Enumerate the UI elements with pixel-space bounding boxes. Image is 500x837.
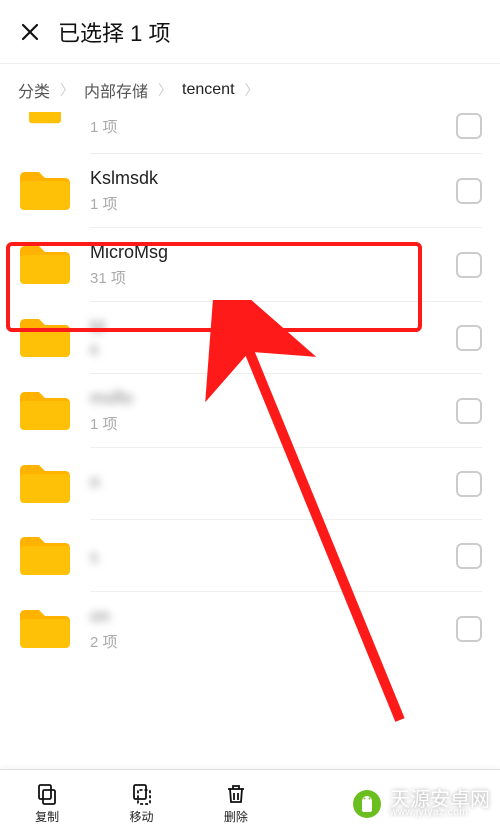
list-item[interactable]: 1 项: [18, 112, 482, 154]
action-label: 移动: [130, 808, 154, 825]
android-logo-icon: [352, 789, 382, 819]
list-item[interactable]: n: [18, 448, 482, 520]
list-item[interactable]: 5: [18, 520, 482, 592]
list-item[interactable]: M 6: [18, 302, 482, 374]
folder-icon: [18, 112, 72, 140]
list-item[interactable]: Kslmsdk 1 项: [18, 154, 482, 228]
checkbox[interactable]: [456, 398, 482, 424]
list-item[interactable]: MicroMsg 31 项: [18, 228, 482, 302]
file-subtitle: 5: [90, 550, 456, 567]
copy-button[interactable]: 复制: [0, 770, 94, 837]
file-subtitle: 1 项: [90, 116, 456, 137]
file-list: 1 项 Kslmsdk 1 项 MicroMsg 31 项: [0, 112, 500, 666]
checkbox[interactable]: [456, 178, 482, 204]
checkbox[interactable]: [456, 325, 482, 351]
checkbox[interactable]: [456, 113, 482, 139]
chevron-right-icon: 〉: [245, 80, 259, 100]
action-label: 复制: [35, 808, 59, 825]
folder-icon: [18, 243, 72, 287]
list-item[interactable]: msflo 1 项: [18, 374, 482, 448]
folder-icon: [18, 534, 72, 578]
folder-icon: [18, 389, 72, 433]
list-item[interactable]: on 2 项: [18, 592, 482, 666]
folder-icon: [18, 169, 72, 213]
checkbox[interactable]: [456, 616, 482, 642]
chevron-right-icon: 〉: [60, 80, 74, 100]
file-name: on: [90, 606, 456, 627]
file-subtitle: 31 项: [90, 267, 456, 288]
breadcrumb-item[interactable]: 内部存储: [84, 78, 148, 102]
file-subtitle: 2 项: [90, 631, 456, 652]
file-name: n: [90, 472, 456, 493]
delete-button[interactable]: 删除: [189, 770, 283, 837]
checkbox[interactable]: [456, 471, 482, 497]
file-name: Kslmsdk: [90, 168, 456, 189]
file-name: M: [90, 317, 456, 338]
file-name: msflo: [90, 388, 456, 409]
folder-icon: [18, 316, 72, 360]
folder-icon: [18, 462, 72, 506]
action-label: 删除: [224, 808, 248, 825]
checkbox[interactable]: [456, 543, 482, 569]
page-title: 已选择 1 项: [58, 16, 170, 48]
checkbox[interactable]: [456, 252, 482, 278]
file-subtitle: 1 项: [90, 193, 456, 214]
folder-icon: [18, 607, 72, 651]
close-icon[interactable]: [18, 20, 42, 44]
file-name: MicroMsg: [90, 242, 456, 263]
breadcrumb: 分类 〉 内部存储 〉 tencent 〉: [0, 64, 500, 112]
file-subtitle: 1 项: [90, 413, 456, 434]
watermark: 天源安卓网 www.jytyaz.com: [352, 789, 490, 819]
breadcrumb-item[interactable]: tencent: [182, 81, 234, 99]
watermark-url: www.jytyaz.com: [390, 808, 490, 818]
chevron-right-icon: 〉: [158, 80, 172, 100]
header-bar: 已选择 1 项: [0, 0, 500, 64]
file-subtitle: 6: [90, 342, 456, 359]
move-button[interactable]: 移动: [94, 770, 188, 837]
breadcrumb-item[interactable]: 分类: [18, 78, 50, 102]
